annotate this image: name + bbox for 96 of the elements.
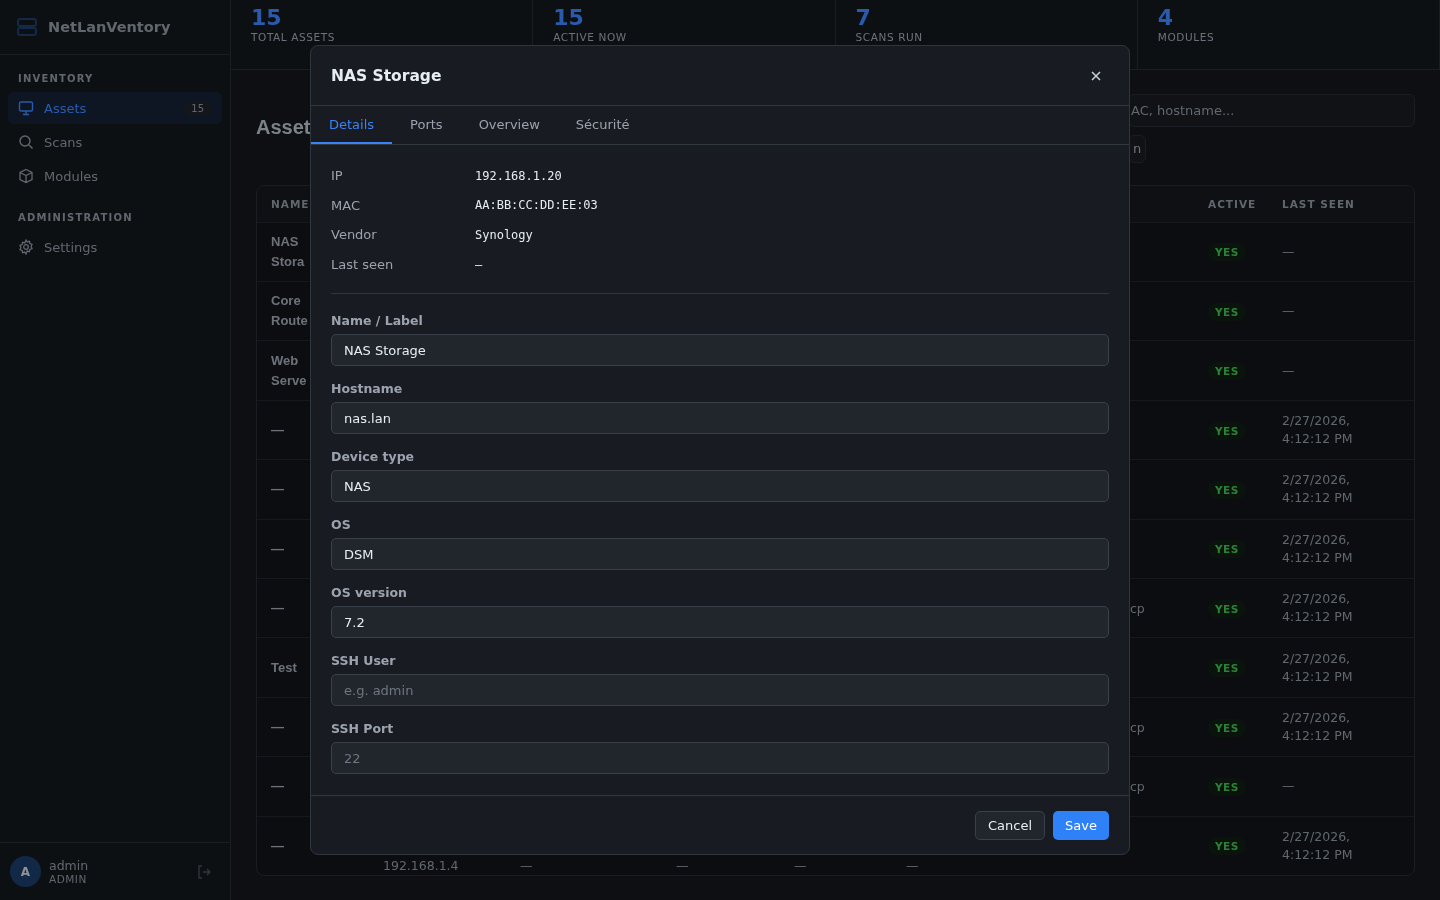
table-cell-text: — [271, 836, 284, 855]
tab[interactable]: Sécurité [557, 106, 648, 144]
field-label: OS version [331, 585, 408, 601]
info-label: MAC [331, 197, 361, 213]
table-cell-text: NAS Stora [271, 232, 306, 271]
table-cell-text: Web Serve [271, 351, 308, 390]
info-value: AA:BB:CC:DD:EE:03 [475, 198, 599, 213]
table-cell-text: 2/27/2026, 4:12:12 PM [1282, 590, 1354, 627]
table-cell-text: Core Route [271, 292, 309, 331]
cube-icon [18, 168, 34, 184]
input-field[interactable]: NAS [331, 470, 1109, 503]
column-header: ACTIVE [1208, 197, 1257, 210]
table-cell-text: 2/27/2026, 4:12:12 PM [1282, 530, 1354, 567]
table-cell-text: — [1282, 361, 1296, 380]
table-cell-text: — [1282, 302, 1296, 321]
info-value: 192.168.1.20 [475, 168, 563, 183]
status-badge: YES [1208, 718, 1246, 737]
table-cell-text: — [271, 539, 284, 558]
status-badge: YES [1208, 302, 1246, 321]
field-label: SSH Port [331, 721, 395, 737]
input-field[interactable]: DSM [331, 538, 1109, 571]
app-name: NetLanVentory [48, 19, 171, 35]
info-label: Last seen [331, 257, 395, 273]
tab[interactable]: Details [311, 106, 393, 144]
status-badge: YES [1208, 243, 1246, 262]
input-field[interactable]: 22 [331, 742, 1109, 775]
monitor-icon [18, 100, 34, 116]
page-title: Asset [256, 115, 311, 140]
table-cell: cp [1130, 600, 1145, 616]
section-title: ADMINISTRATION [17, 211, 134, 225]
stat-value: 15 [553, 5, 585, 31]
table-cell-text: — [271, 777, 284, 796]
status-badge: YES [1208, 362, 1246, 381]
status-badge: YES [1208, 837, 1246, 856]
column-header: LAST SEEN [1282, 197, 1355, 210]
status-badge: YES [1208, 421, 1246, 440]
table-cell-text: — [271, 599, 284, 618]
status-badge: YES [1208, 540, 1246, 559]
stat-label: TOTAL ASSETS [251, 31, 337, 43]
status-badge: YES [1208, 777, 1246, 796]
table-cell-text: — [1282, 777, 1296, 796]
info-label: Vendor [331, 227, 378, 243]
info-value: — [475, 257, 484, 272]
table-cell: — [794, 858, 807, 873]
stat-label: SCANS RUN [855, 31, 924, 43]
avatar: A [10, 856, 41, 887]
tab[interactable]: Ports [392, 106, 461, 144]
table-cell: cp [1130, 719, 1145, 735]
save-button[interactable]: Save [1053, 810, 1109, 840]
table-cell-text: Test [271, 658, 297, 677]
search-icon [18, 134, 34, 150]
status-badge: YES [1208, 480, 1246, 499]
field-label: Hostname [331, 381, 404, 397]
table-cell-text: — [271, 718, 284, 736]
stat-label: ACTIVE NOW [553, 31, 628, 43]
dialog-title: NAS Storage [331, 66, 442, 85]
table-cell-text: — [1282, 242, 1296, 261]
search-field[interactable]: AC, hostname... [1128, 93, 1415, 127]
user-name: admin [49, 858, 90, 873]
section-title: INVENTORY [17, 72, 95, 86]
stat-value: 4 [1157, 5, 1175, 31]
status-badge: YES [1208, 599, 1246, 618]
server-icon [17, 18, 37, 36]
table-cell: 192.168.1.4 [383, 858, 459, 873]
input-field[interactable]: nas.lan [331, 402, 1109, 435]
table-cell-text: 2/27/2026, 4:12:12 PM [1282, 412, 1354, 449]
field-label: SSH User [331, 653, 397, 669]
table-cell-text: 2/27/2026, 4:12:12 PM [1282, 649, 1354, 686]
input-field[interactable]: e.g. admin [331, 674, 1109, 707]
input-field[interactable]: NAS Storage [331, 334, 1109, 367]
stat-value: 7 [855, 5, 872, 31]
table-cell: cp [1130, 778, 1145, 794]
table-cell: — [520, 858, 533, 873]
settings-icon [18, 239, 34, 255]
user-role: ADMIN [49, 873, 88, 885]
info-value: Synology [475, 228, 534, 242]
close-icon [1091, 70, 1101, 81]
column-header: NAME [271, 197, 310, 210]
info-label: IP [331, 168, 344, 184]
stat-label: MODULES [1157, 31, 1216, 43]
table-cell-text: 2/27/2026, 4:12:12 PM [1282, 709, 1354, 745]
table-cell-text: 2/27/2026, 4:12:12 PM [1282, 471, 1354, 508]
tab[interactable]: Overview [460, 106, 558, 144]
table-cell-text: — [271, 421, 284, 440]
field-label: Device type [331, 449, 416, 465]
cancel-button[interactable]: Cancel [975, 810, 1046, 840]
table-cell-text: — [271, 480, 284, 499]
table-cell-text: 2/27/2026, 4:12:12 PM [1282, 827, 1354, 864]
status-badge: YES [1208, 659, 1246, 678]
count-badge: 15 [183, 100, 212, 116]
table-cell: — [676, 858, 689, 873]
input-field[interactable]: 7.2 [331, 606, 1109, 639]
stat-value: 15 [251, 5, 283, 31]
field-label: OS [331, 517, 352, 533]
table-cell: — [906, 858, 919, 873]
field-label: Name / Label [331, 313, 424, 329]
